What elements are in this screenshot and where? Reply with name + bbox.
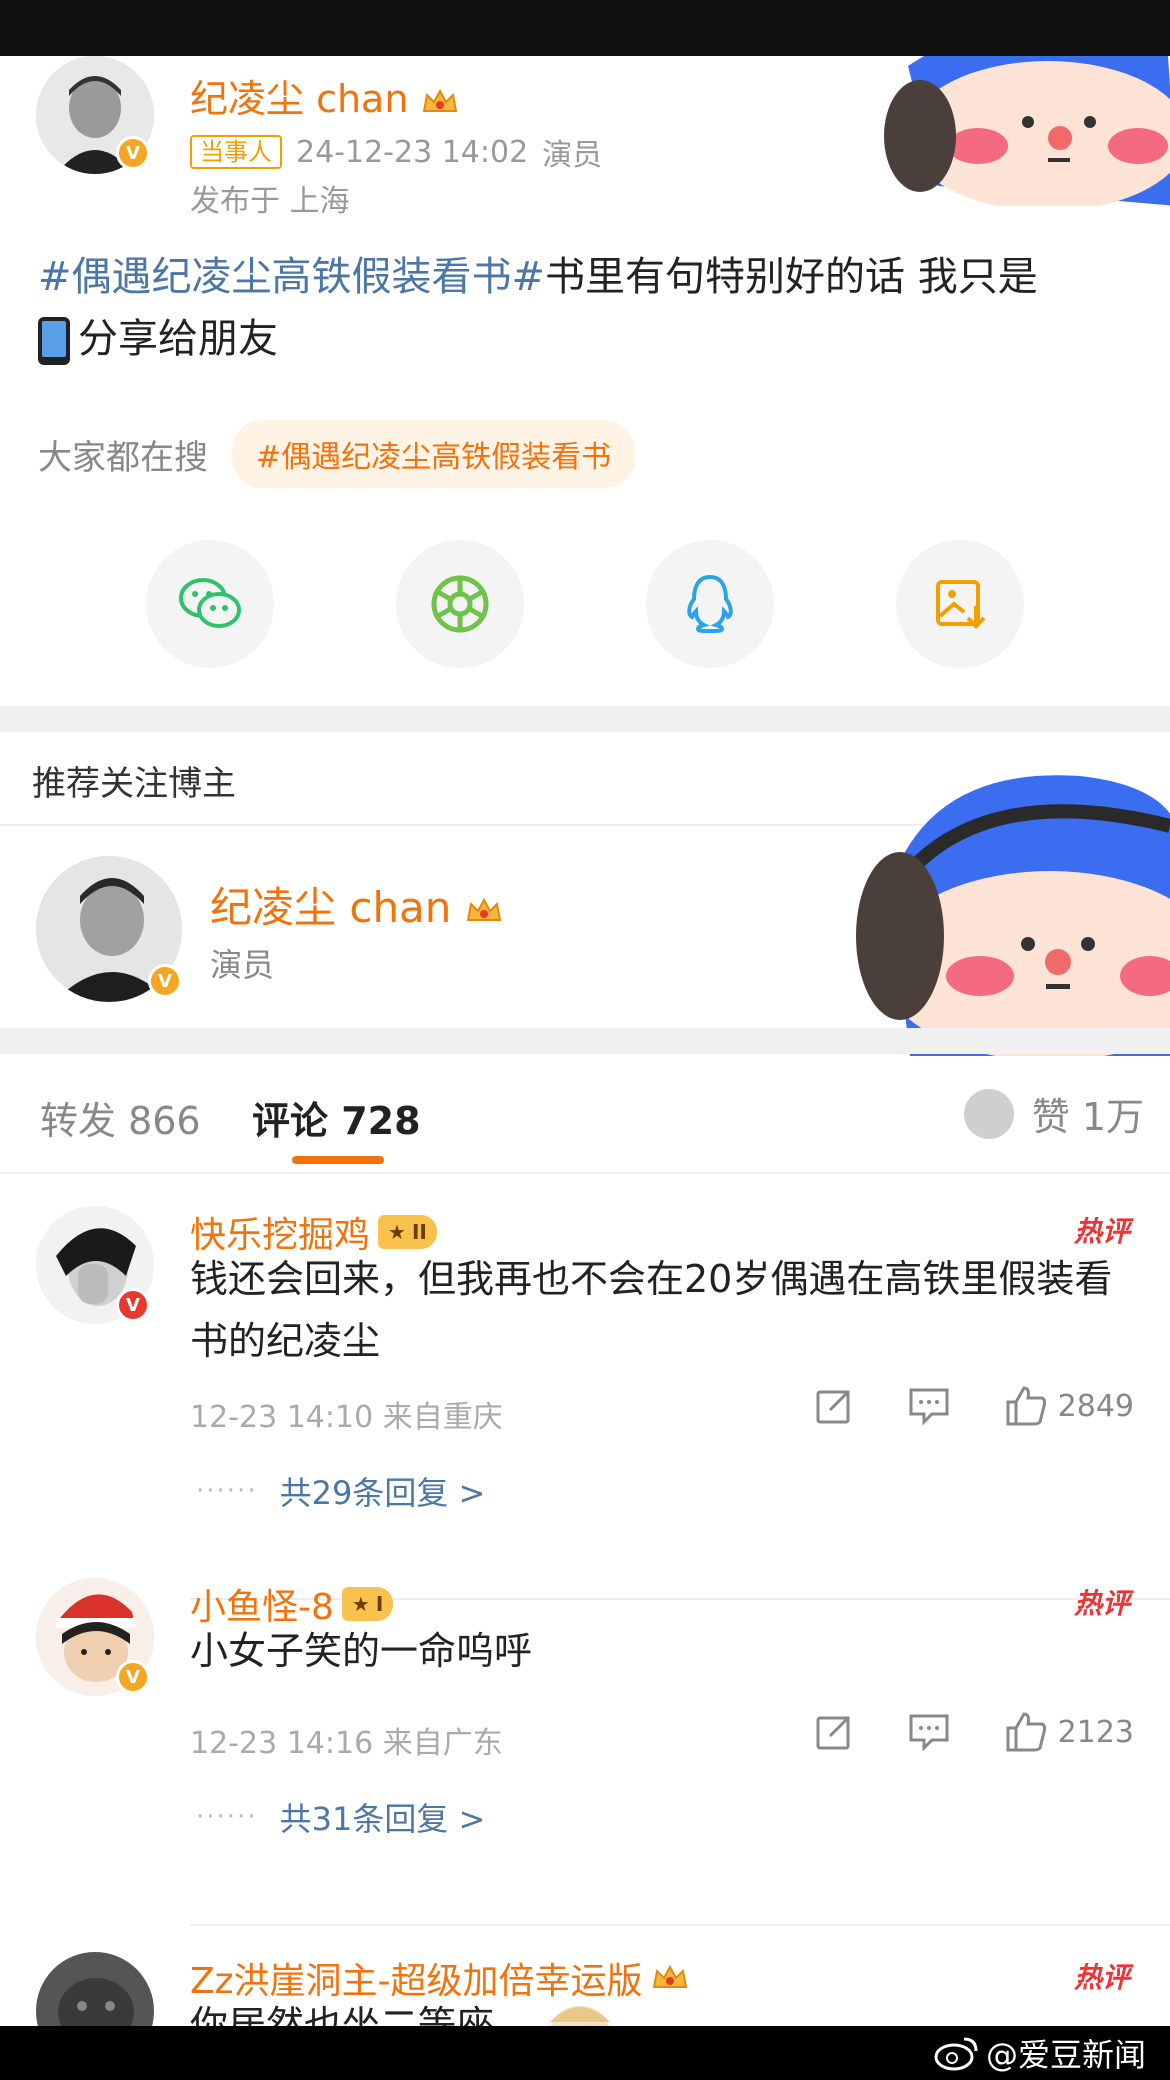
post-location: 发布于 上海 — [190, 184, 350, 219]
reply-button[interactable] — [908, 1386, 950, 1426]
hot-comment-badge: 热评 — [1073, 1215, 1130, 1248]
like-count: 2123 — [1057, 1714, 1134, 1750]
verified-badge: V — [116, 136, 150, 170]
member-level-badge: ★ I — [341, 1587, 394, 1621]
comment-actions: 2849 — [814, 1386, 1134, 1426]
tab-comment[interactable]: 评论 728 — [252, 1090, 421, 1145]
status-bar — [0, 0, 1170, 56]
wechat-icon — [179, 578, 241, 628]
hot-comment-badge: 热评 — [1073, 1587, 1130, 1620]
share-qq-button[interactable] — [646, 540, 774, 668]
like-button[interactable]: 2849 — [1004, 1386, 1134, 1426]
like-count: 2849 — [1057, 1388, 1134, 1424]
view-replies-link[interactable]: ······ 共31条回复 > — [196, 1794, 485, 1840]
reply-button[interactable] — [908, 1712, 950, 1752]
crown-icon — [422, 88, 457, 112]
author-role: 演员 — [542, 138, 603, 173]
divider — [190, 1924, 1170, 1926]
watermark: @爱豆新闻 — [934, 2030, 1146, 2076]
recommend-role: 演员 — [210, 946, 275, 984]
share-wechat-button[interactable] — [146, 540, 274, 668]
liker-avatar — [963, 1088, 1014, 1139]
cartoon-sticker-icon — [856, 775, 1170, 1056]
crown-icon — [466, 897, 501, 921]
divider — [0, 1172, 1170, 1174]
moments-icon — [431, 575, 489, 633]
post-text-line1: 书里有句特别好的话 我只是 — [545, 254, 1038, 300]
comment-text: 小女子笑的一命呜呼 — [190, 1629, 533, 1673]
weibo-post-screen: V 纪凌尘 chan 当事人 24-12-23 14:02 演员 发布于 上海 … — [0, 56, 1170, 2026]
thumbs-up-icon — [1006, 1386, 1046, 1426]
comment-icon — [909, 1388, 949, 1426]
cartoon-sticker-icon — [884, 56, 1170, 206]
save-image-icon — [936, 580, 986, 629]
comment-icon — [909, 1714, 949, 1752]
trending-chip[interactable]: #偶遇纪凌尘高铁假装看书 — [232, 420, 636, 488]
party-tag: 当事人 — [190, 135, 282, 169]
weibo-logo-icon — [934, 2037, 978, 2071]
post-text-line2: 分享给朋友 — [78, 316, 278, 362]
share-moments-button[interactable] — [396, 540, 524, 668]
comment-meta: 12-23 14:16 来自广东 — [190, 1726, 503, 1761]
dots-icon: ······ — [196, 1802, 258, 1832]
author-name[interactable]: 纪凌尘 chan — [190, 68, 459, 123]
verified-badge: V — [116, 1660, 150, 1694]
recommend-name[interactable]: 纪凌尘 chan — [210, 874, 503, 935]
verified-badge: V — [148, 964, 182, 998]
share-button[interactable] — [814, 1712, 854, 1752]
like-count: 赞 1万 — [1031, 1095, 1144, 1139]
share-icon — [816, 1716, 850, 1750]
view-replies-link[interactable]: ······ 共29条回复 > — [196, 1468, 485, 1514]
like-button[interactable]: 2123 — [1004, 1712, 1134, 1752]
share-icon — [816, 1390, 850, 1424]
trending-label: 大家都在搜 — [38, 437, 208, 478]
tab-bar: 转发 866 评论 728 赞 1万 — [0, 1056, 1170, 1174]
tab-repost[interactable]: 转发 866 — [40, 1090, 201, 1145]
comment-text: 你居然也坐二等座 — [190, 2003, 495, 2026]
tab-like[interactable]: 赞 1万 — [963, 1086, 1144, 1141]
recommend-title: 推荐关注博主 — [32, 764, 236, 804]
trending-search-row: 大家都在搜 #偶遇纪凌尘高铁假装看书 — [38, 420, 636, 488]
member-level-badge: ★ II — [378, 1215, 437, 1249]
comment-meta: 12-23 14:10 来自重庆 — [190, 1400, 503, 1435]
crown-icon — [652, 1964, 687, 1988]
post-meta: 当事人 24-12-23 14:02 演员 — [190, 130, 602, 174]
verified-badge: V — [116, 1288, 150, 1322]
dots-icon: ······ — [196, 1476, 258, 1506]
hot-comment-badge: 热评 — [1073, 1961, 1130, 1994]
commenter-avatar[interactable] — [36, 1952, 154, 2026]
thumbs-up-icon — [1006, 1712, 1046, 1752]
phone-emoji-icon — [38, 317, 70, 365]
decorative-sticker-icon — [550, 2006, 610, 2026]
comment-text: 钱还会回来，但我再也不会在20岁偶遇在高铁里假装看书的纪凌尘 — [190, 1257, 1113, 1363]
post-content: #偶遇纪凌尘高铁假装看书#书里有句特别好的话 我只是 分享给朋友 — [38, 246, 1138, 370]
post-datetime: 24-12-23 14:02 — [296, 134, 529, 170]
comment-actions: 2123 — [814, 1712, 1134, 1752]
section-divider — [0, 706, 1170, 732]
share-button[interactable] — [814, 1386, 854, 1426]
save-image-button[interactable] — [896, 540, 1024, 668]
qq-icon — [687, 574, 733, 633]
post-hashtag[interactable]: #偶遇纪凌尘高铁假装看书# — [38, 254, 545, 300]
active-tab-indicator — [292, 1156, 384, 1164]
section-divider — [0, 1028, 1170, 1054]
